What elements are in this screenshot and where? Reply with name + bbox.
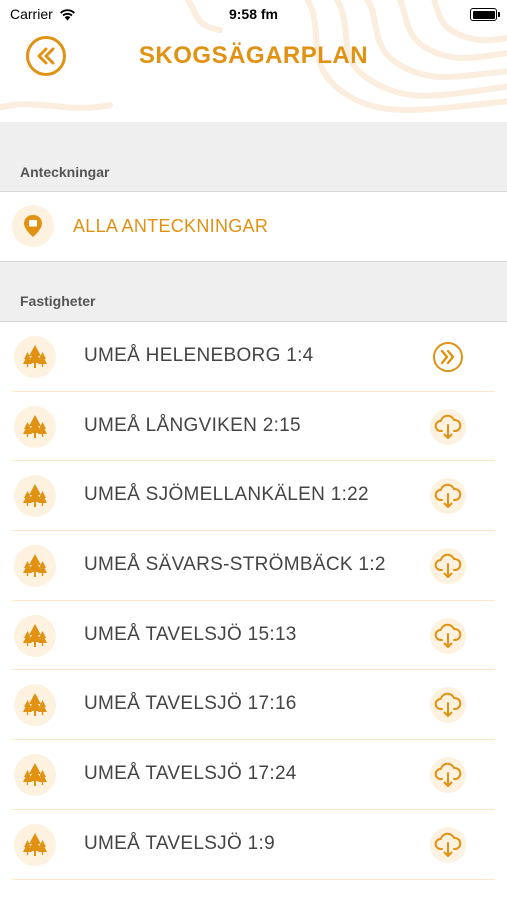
clock: 9:58 fm (228, 6, 279, 22)
download-property-button[interactable] (430, 408, 466, 445)
tree-icon (23, 484, 47, 508)
tree-icon (23, 414, 47, 438)
property-row[interactable]: UMEÅ HELENEBORG 1:4 (0, 322, 507, 392)
download-property-button[interactable] (430, 687, 466, 724)
property-name: UMEÅ SJÖMELLANKÄLEN 1:22 (84, 484, 369, 506)
cloud-download-icon (434, 414, 462, 439)
map-marker-icon (24, 215, 42, 237)
all-notes-label: ALLA ANTECKNINGAR (73, 216, 269, 236)
property-name: UMEÅ LÅNGVIKEN 2:15 (84, 414, 301, 436)
tree-icon (23, 623, 47, 647)
all-notes-row[interactable]: ALLA ANTECKNINGAR (0, 192, 507, 261)
property-name: UMEÅ TAVELSJÖ 1:9 (84, 832, 275, 854)
tree-icon-bg (14, 754, 56, 797)
battery-icon (470, 8, 500, 21)
notes-section-label: Anteckningar (20, 164, 110, 180)
property-name: UMEÅ TAVELSJÖ 17:24 (84, 763, 297, 785)
property-row[interactable]: UMEÅ LÅNGVIKEN 2:15 (0, 392, 507, 462)
cloud-download-icon (434, 553, 462, 579)
tree-icon (23, 832, 47, 856)
page-title: SKOGSÄGARPLAN (138, 42, 369, 69)
property-row[interactable]: UMEÅ SJÖMELLANKÄLEN 1:22 (0, 461, 507, 532)
property-row[interactable]: UMEÅ SÄVARS-STRÖMBÄCK 1:2 (0, 531, 507, 601)
status-bar: Carrier 9:58 fm (0, 0, 507, 28)
tree-icon (23, 554, 47, 578)
property-row[interactable]: UMEÅ TAVELSJÖ 17:24 (0, 740, 507, 810)
tree-icon (23, 345, 47, 368)
cloud-download-icon (434, 484, 462, 509)
double-chevron-right-icon (433, 342, 463, 372)
properties-section-header: Fastigheter (0, 262, 507, 322)
cloud-download-icon (434, 623, 462, 648)
tree-icon (23, 693, 47, 717)
cloud-download-icon (434, 693, 462, 718)
tree-icon-bg (14, 823, 56, 866)
notes-section-header: Anteckningar (0, 122, 507, 192)
download-property-button[interactable] (430, 757, 466, 794)
tree-icon (23, 763, 47, 787)
download-property-button[interactable] (430, 548, 466, 585)
property-name: UMEÅ HELENEBORG 1:4 (84, 345, 314, 366)
tree-icon-bg (14, 614, 56, 657)
row-divider (12, 878, 495, 880)
property-name: UMEÅ SÄVARS-STRÖMBÄCK 1:2 (84, 554, 386, 576)
download-property-button[interactable] (430, 478, 466, 515)
tree-icon-bg (14, 545, 56, 588)
download-property-button[interactable] (430, 617, 466, 654)
property-list: UMEÅ HELENEBORG 1:4 UMEÅ LÅNGVIKEN 2:15 UM… (0, 322, 507, 880)
tree-icon-bg (14, 336, 56, 378)
map-marker-icon-bg (12, 205, 54, 247)
tree-icon-bg (14, 405, 56, 448)
cloud-download-icon (434, 832, 462, 857)
property-row[interactable]: UMEÅ TAVELSJÖ 17:16 (0, 670, 507, 741)
property-name: UMEÅ TAVELSJÖ 17:16 (84, 693, 297, 715)
tree-icon-bg (14, 684, 56, 727)
cloud-download-icon (434, 762, 462, 788)
property-name: UMEÅ TAVELSJÖ 15:13 (84, 623, 297, 645)
property-row[interactable]: UMEÅ TAVELSJÖ 15:13 (0, 601, 507, 671)
download-property-button[interactable] (430, 826, 466, 863)
tree-icon-bg (14, 475, 56, 518)
property-row[interactable]: UMEÅ TAVELSJÖ 1:9 (0, 810, 507, 880)
open-property-button[interactable] (430, 339, 466, 375)
properties-section-label: Fastigheter (20, 293, 96, 309)
